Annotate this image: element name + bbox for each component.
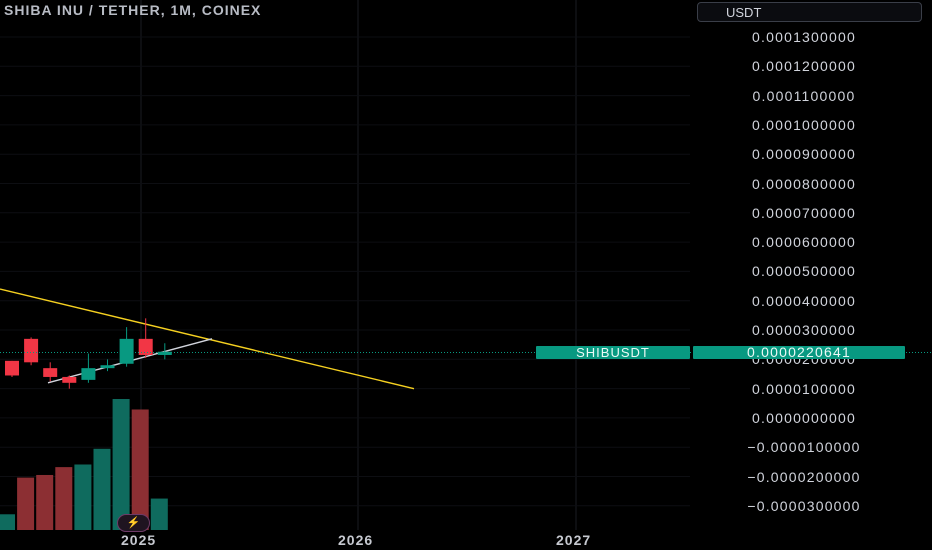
price-axis-label: −0.0000100000	[747, 439, 861, 456]
volume-bar	[0, 514, 15, 530]
price-axis-label: 0.0000300000	[752, 322, 856, 338]
descending-trendline	[0, 288, 415, 390]
volume-bar	[131, 409, 149, 530]
chart-title: SHIBA INU / TETHER, 1M, COINEX	[4, 2, 262, 18]
price-axis-label: 0.0001100000	[752, 87, 856, 104]
lightning-icon[interactable]: ⚡	[117, 514, 150, 532]
price-axis-label: 0.0000500000	[752, 263, 856, 280]
candle-body	[81, 368, 96, 380]
price-axis-label: −0.0000200000	[747, 468, 861, 485]
price-axis-label: 0.0000000000	[752, 409, 856, 426]
volume-bar	[36, 474, 54, 530]
candle-body	[119, 338, 134, 364]
price-axis-label: 0.0001200000	[752, 58, 856, 75]
price-axis-label: 0.0000700000	[752, 204, 856, 221]
volume-bars	[0, 399, 168, 530]
price-axis-label: −0.0000300000	[747, 497, 861, 514]
last-price-tag: 0.0000220641	[693, 345, 905, 359]
candle-body	[5, 360, 19, 376]
currency-button[interactable]: USDT	[697, 2, 922, 22]
price-axis-label: 0.0001300000	[752, 29, 856, 45]
price-axis-label: 0.0000800000	[752, 175, 856, 192]
volume-bar	[74, 464, 92, 530]
candlestick-series	[5, 318, 172, 389]
volume-bar	[93, 448, 111, 530]
candle-body	[43, 368, 58, 377]
candle-body	[100, 365, 115, 369]
price-axis-label: 0.0001000000	[752, 116, 856, 133]
price-axis-label: 0.0000900000	[752, 146, 856, 163]
price-axis-label: 0.0000100000	[752, 380, 856, 397]
candle-body	[62, 376, 77, 383]
volume-bar	[112, 399, 130, 530]
time-axis-label: 2026	[338, 532, 374, 548]
price-axis-label: 0.0000600000	[752, 234, 856, 251]
volume-bar	[55, 467, 73, 530]
time-axis-label: 2025	[121, 532, 157, 548]
drawing-lines[interactable]	[0, 288, 415, 390]
candle-body	[24, 338, 39, 363]
time-axis-label: 2027	[556, 532, 592, 548]
price-axis-label: 0.0000400000	[752, 292, 856, 309]
symbol-tag: SHIBUSDT	[536, 346, 690, 359]
volume-bar	[17, 477, 35, 530]
volume-bar	[150, 498, 168, 530]
